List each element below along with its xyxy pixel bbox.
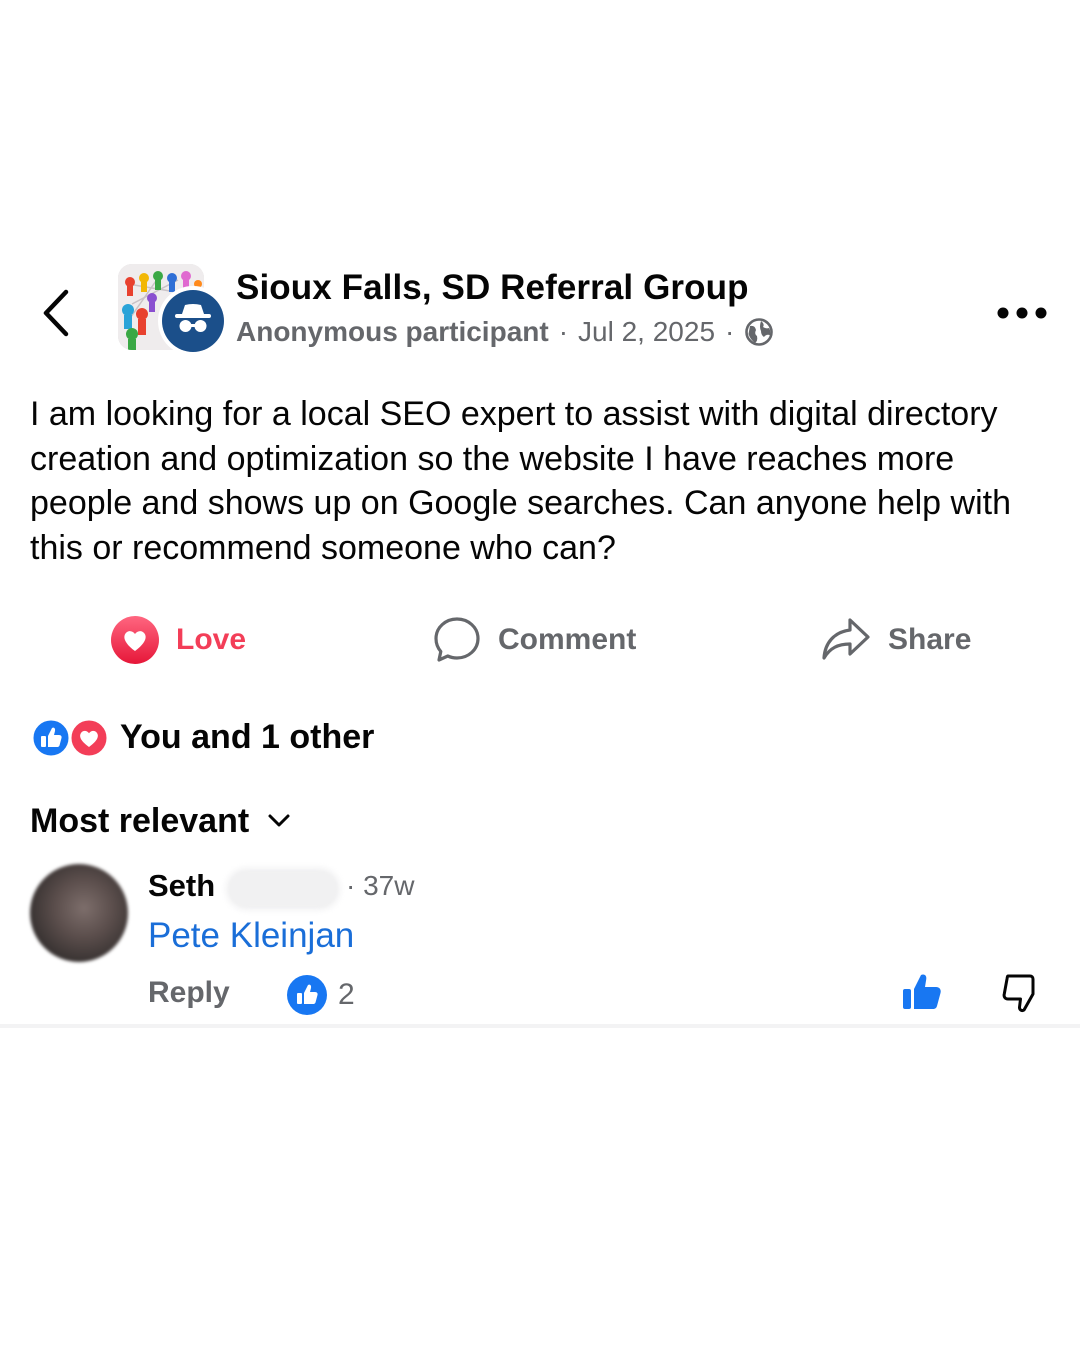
- chevron-left-icon: [43, 289, 69, 337]
- comment-item: Seth · 37w Pete Kleinjan Reply 2: [0, 860, 1080, 1026]
- comment-icon: [434, 617, 480, 662]
- like-reaction-icon: [287, 975, 327, 1015]
- comment-like-count: 2: [338, 978, 355, 1011]
- like-reaction-icon: [30, 717, 72, 759]
- meta-separator: ·: [558, 316, 569, 347]
- love-button[interactable]: Love: [110, 608, 246, 672]
- post-meta: Anonymous participant · Jul 2, 2025 ·: [236, 316, 774, 348]
- post-action-bar: Love Comment Share: [0, 608, 1080, 672]
- comment-sort-dropdown[interactable]: Most relevant: [30, 798, 291, 844]
- comment-button[interactable]: Comment: [432, 608, 636, 672]
- redacted-name-blur: [228, 870, 338, 908]
- post-date[interactable]: Jul 2, 2025: [578, 316, 715, 348]
- chevron-down-icon: [268, 814, 290, 827]
- comment-timestamp[interactable]: · 37w: [346, 870, 414, 902]
- comment-text-tag[interactable]: Pete Kleinjan: [148, 916, 354, 956]
- meta-separator-2: ·: [725, 316, 735, 347]
- more-horizontal-icon: [997, 307, 1047, 319]
- group-avatar[interactable]: [118, 264, 226, 352]
- love-reaction-icon: [111, 616, 159, 664]
- commenter-name[interactable]: Seth: [148, 868, 215, 904]
- reaction-icons: [30, 717, 110, 759]
- share-icon: [822, 618, 870, 660]
- post-body-text: I am looking for a local SEO expert to a…: [30, 395, 1012, 567]
- back-button[interactable]: [36, 286, 80, 340]
- reactions-summary-text: You and 1 other: [120, 717, 375, 756]
- share-label: Share: [888, 623, 972, 656]
- comment-like-button[interactable]: [900, 970, 944, 1014]
- comment-dislike-button[interactable]: [1000, 972, 1040, 1016]
- comment-label: Comment: [498, 623, 637, 656]
- share-button[interactable]: Share: [820, 608, 971, 672]
- section-divider: [0, 1024, 1080, 1028]
- post-header: Sioux Falls, SD Referral Group Anonymous…: [0, 258, 1080, 358]
- thumbs-up-icon: [903, 974, 941, 1009]
- author-name[interactable]: Anonymous participant: [236, 316, 549, 348]
- sort-label: Most relevant: [30, 801, 250, 840]
- thumbs-down-icon: [1002, 974, 1035, 1012]
- reply-button[interactable]: Reply: [148, 976, 230, 1010]
- group-name[interactable]: Sioux Falls, SD Referral Group: [236, 268, 749, 308]
- reactions-summary[interactable]: You and 1 other: [30, 714, 374, 760]
- globe-icon: [745, 318, 774, 346]
- more-options-button[interactable]: [996, 306, 1048, 320]
- comment-reaction-count[interactable]: 2: [286, 974, 355, 1016]
- love-label: Love: [176, 623, 247, 656]
- anonymous-badge-icon: [162, 290, 224, 352]
- commenter-avatar[interactable]: [30, 864, 128, 962]
- love-reaction-icon: [68, 717, 110, 759]
